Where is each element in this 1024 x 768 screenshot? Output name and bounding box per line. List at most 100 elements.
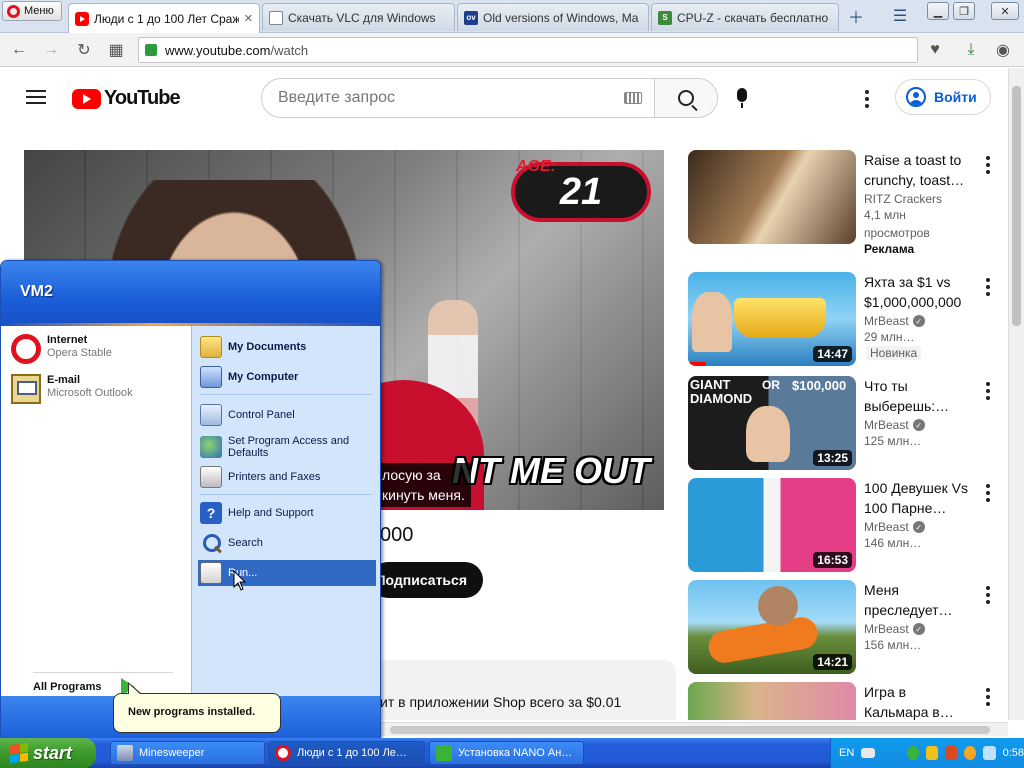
folder-icon bbox=[200, 336, 222, 358]
horizontal-scrollbar[interactable] bbox=[380, 722, 1008, 736]
video-thumbnail[interactable] bbox=[688, 682, 856, 720]
video-thumbnail[interactable]: 14:47 bbox=[688, 272, 856, 366]
address-field[interactable]: www.youtube.com/watch bbox=[138, 37, 918, 63]
video-thumbnail[interactable]: 16:53 bbox=[688, 478, 856, 572]
tab-vlc[interactable]: Скачать VLC для Windows bbox=[262, 3, 455, 31]
forward-icon[interactable]: → bbox=[40, 39, 62, 61]
channel-name[interactable]: RITZ Crackers bbox=[864, 192, 974, 206]
search-button[interactable] bbox=[654, 79, 717, 117]
minimize-icon[interactable]: ▁ bbox=[927, 2, 949, 20]
search-input[interactable]: Введите запрос bbox=[262, 79, 624, 117]
keyboard-icon[interactable] bbox=[861, 748, 876, 758]
video-duration: 14:47 bbox=[813, 346, 852, 362]
menu-item-printers[interactable]: Printers and Faxes bbox=[198, 464, 376, 490]
reload-icon[interactable]: ↻ bbox=[73, 39, 95, 61]
recommendation-title[interactable]: Raise a toast to crunchy, toast… bbox=[864, 150, 974, 190]
tab-menu-icon[interactable]: ☰ bbox=[889, 5, 911, 27]
heart-icon[interactable]: ♥ bbox=[924, 39, 946, 61]
youtube-favicon-icon bbox=[75, 11, 89, 26]
sign-in-button[interactable]: Войти bbox=[895, 79, 991, 115]
video-thumbnail[interactable]: GIANT DIAMOND OR $100,000 13:25 bbox=[688, 376, 856, 470]
menu-item-search[interactable]: Search bbox=[198, 530, 376, 556]
tab-title: Люди с 1 до 100 Лет Сража bbox=[94, 11, 239, 26]
channel-name[interactable]: MrBeast bbox=[864, 418, 909, 432]
recommendation-item[interactable]: 16:53 100 Девушек Vs 100 Парне… MrBeast ✓… bbox=[688, 478, 1008, 574]
search-tray-icon[interactable] bbox=[964, 746, 977, 760]
tab-old-windows[interactable]: ov Old versions of Windows, Ma bbox=[457, 3, 649, 31]
menu-item-my-documents[interactable]: My Documents bbox=[198, 334, 376, 360]
verified-icon: ✓ bbox=[912, 521, 925, 533]
language-indicator[interactable]: EN bbox=[839, 747, 854, 759]
microphone-icon[interactable] bbox=[737, 88, 747, 108]
account-icon[interactable]: ◉ bbox=[992, 39, 1014, 61]
recommendation-title[interactable]: Игра в Кальмара в… bbox=[864, 682, 974, 720]
channel-name[interactable]: MrBeast bbox=[864, 622, 909, 636]
pinned-item-internet[interactable]: Internet Opera Stable bbox=[11, 334, 186, 370]
recommendation-item[interactable]: 14:21 Меня преследует… MrBeast ✓ 156 млн… bbox=[688, 580, 1008, 676]
video-duration: 16:53 bbox=[813, 552, 852, 568]
back-icon[interactable]: ← bbox=[8, 39, 30, 61]
more-options-icon[interactable] bbox=[986, 156, 990, 174]
search-icon bbox=[200, 532, 222, 554]
tab-close-icon[interactable]: ✕ bbox=[244, 12, 253, 25]
video-thumbnail[interactable] bbox=[688, 150, 856, 244]
more-options-icon[interactable] bbox=[865, 90, 869, 108]
recommendation-item[interactable]: Raise a toast to crunchy, toast… RITZ Cr… bbox=[688, 150, 1008, 256]
scrollbar-thumb[interactable] bbox=[390, 726, 990, 734]
vertical-scrollbar[interactable] bbox=[1008, 68, 1024, 720]
menu-item-program-access[interactable]: Set Program Access and Defaults bbox=[198, 430, 376, 464]
speed-dial-icon[interactable]: ▦ bbox=[105, 39, 127, 61]
new-tab-icon[interactable]: ＋ bbox=[845, 5, 867, 27]
recommendation-item[interactable]: GIANT DIAMOND OR $100,000 13:25 Что ты в… bbox=[688, 376, 1008, 472]
more-options-icon[interactable] bbox=[986, 382, 990, 400]
recommendation-title[interactable]: 100 Девушек Vs 100 Парне… bbox=[864, 478, 974, 518]
pinned-item-sub: Opera Stable bbox=[47, 347, 112, 359]
youtube-logo[interactable]: YouTube bbox=[72, 87, 181, 110]
keyboard-icon[interactable] bbox=[624, 92, 642, 104]
channel-name[interactable]: MrBeast bbox=[864, 520, 909, 534]
update-icon[interactable] bbox=[906, 746, 919, 760]
channel-name[interactable]: MrBeast bbox=[864, 314, 909, 328]
subscribe-button[interactable]: Подписаться bbox=[370, 562, 483, 598]
recommendation-info: Raise a toast to crunchy, toast… RITZ Cr… bbox=[864, 150, 974, 256]
taskbar-item-opera[interactable]: Люди с 1 до 100 Ле… bbox=[268, 741, 425, 765]
scrollbar-thumb[interactable] bbox=[1012, 86, 1021, 326]
taskbar-item-label: Люди с 1 до 100 Ле… bbox=[297, 747, 407, 759]
recommendation-item[interactable]: 14:47 Яхта за $1 vs $1,000,000,000 MrBea… bbox=[688, 272, 1008, 368]
recommendation-item[interactable]: Игра в Кальмара в… bbox=[688, 682, 1008, 720]
all-programs-button[interactable]: All Programs bbox=[33, 672, 173, 696]
help-icon: ? bbox=[200, 502, 222, 524]
menu-item-help[interactable]: ? Help and Support bbox=[198, 500, 376, 526]
security-alert-icon[interactable] bbox=[945, 746, 958, 760]
tab-youtube[interactable]: Люди с 1 до 100 Лет Сража ✕ bbox=[68, 3, 260, 33]
recommendation-title[interactable]: Меня преследует… bbox=[864, 580, 974, 620]
more-options-icon[interactable] bbox=[986, 586, 990, 604]
more-options-icon[interactable] bbox=[986, 278, 990, 296]
url-text: www.youtube.com/watch bbox=[165, 43, 308, 58]
volume-icon[interactable] bbox=[983, 746, 996, 760]
menu-item-run[interactable]: Run... bbox=[198, 560, 376, 586]
new-badge: Новинка bbox=[866, 346, 922, 360]
recommendation-title[interactable]: Яхта за $1 vs $1,000,000,000 bbox=[864, 272, 974, 312]
channel-row: MrBeast ✓ bbox=[864, 622, 974, 636]
pinned-item-email[interactable]: E-mail Microsoft Outlook bbox=[11, 374, 186, 410]
start-button[interactable]: start bbox=[0, 738, 96, 768]
more-options-icon[interactable] bbox=[986, 484, 990, 502]
tab-cpuz[interactable]: S CPU-Z - скачать бесплатно bbox=[651, 3, 839, 31]
recommendation-title[interactable]: Что ты выберешь:… bbox=[864, 376, 974, 416]
restore-icon[interactable]: ❐ bbox=[953, 2, 975, 20]
menu-item-my-computer[interactable]: My Computer bbox=[198, 364, 376, 390]
download-icon[interactable]: ⤓ bbox=[960, 39, 982, 61]
shield-icon[interactable] bbox=[925, 746, 939, 760]
more-options-icon[interactable] bbox=[986, 688, 990, 706]
menu-item-label: My Documents bbox=[228, 341, 307, 353]
notification-balloon[interactable]: New programs installed. bbox=[113, 682, 281, 733]
taskbar-item-minesweeper[interactable]: Minesweeper bbox=[110, 741, 265, 765]
view-count: 156 млн… bbox=[864, 638, 922, 652]
hamburger-menu-icon[interactable] bbox=[26, 90, 46, 104]
menu-item-control-panel[interactable]: Control Panel bbox=[198, 402, 376, 428]
opera-menu-button[interactable]: Меню bbox=[2, 1, 62, 21]
close-window-icon[interactable]: ✕ bbox=[991, 2, 1019, 20]
video-thumbnail[interactable]: 14:21 bbox=[688, 580, 856, 674]
taskbar-item-installer[interactable]: Установка NANO Ан… bbox=[429, 741, 584, 765]
